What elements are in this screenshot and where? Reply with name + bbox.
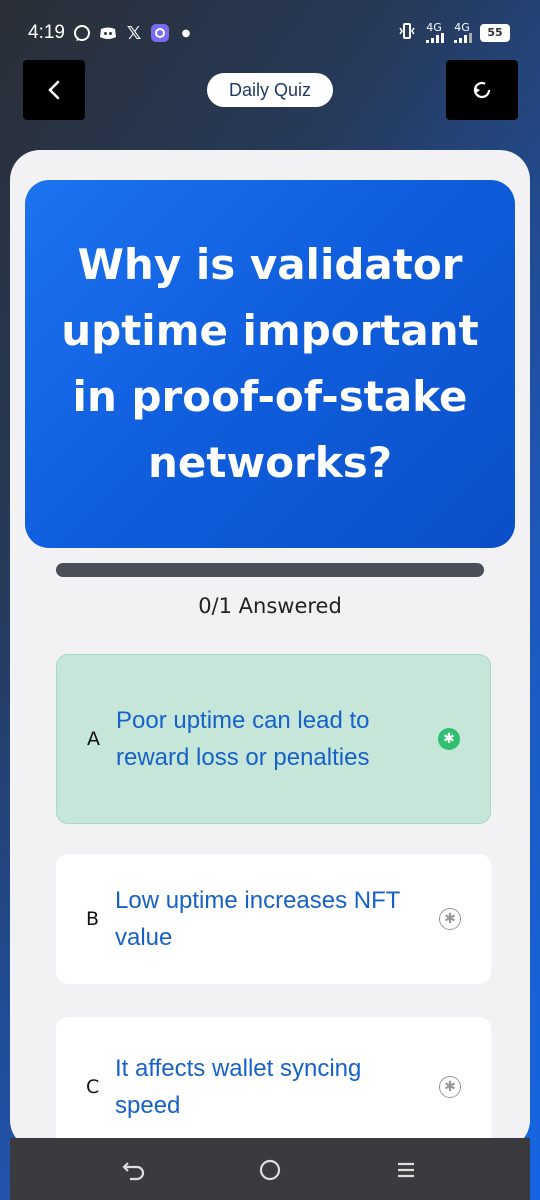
- progress-bar: [56, 563, 484, 577]
- x-icon: 𝕏: [126, 22, 142, 44]
- option-text: It affects wallet syncing speed: [115, 1055, 362, 1119]
- answered-counter: 0/1 Answered: [198, 594, 342, 618]
- selected-radio-icon[interactable]: ✱: [438, 728, 460, 750]
- radio-icon[interactable]: ✱: [439, 1076, 461, 1098]
- dot-icon: ●: [181, 27, 191, 39]
- home-circle-icon: [259, 1159, 281, 1181]
- quiz-card: Why is validator uptime important in pro…: [10, 150, 530, 1157]
- option-b[interactable]: B Low uptime increases NFT value ✱: [56, 854, 491, 984]
- battery-icon: 55: [480, 23, 510, 42]
- status-bar: 4:19 𝕏 ● 4G 4G 55: [0, 0, 540, 64]
- vibrate-icon: [398, 22, 416, 43]
- nav-home-button[interactable]: [252, 1152, 288, 1188]
- option-c[interactable]: C It affects wallet syncing speed ✱: [56, 1017, 491, 1157]
- app-icon: [150, 23, 170, 43]
- back-button[interactable]: [23, 60, 85, 120]
- option-text: Low uptime increases NFT value: [115, 887, 400, 951]
- network1-label: 4G: [426, 20, 442, 34]
- radio-icon[interactable]: ✱: [439, 908, 461, 930]
- recents-icon: [398, 1162, 414, 1178]
- question-box: Why is validator uptime important in pro…: [25, 180, 515, 548]
- status-time: 4:19: [28, 22, 65, 43]
- option-letter: A: [87, 728, 100, 750]
- nav-recents-button[interactable]: [388, 1152, 424, 1188]
- signal-1-icon: 4G: [424, 20, 444, 43]
- discord-icon: [98, 23, 118, 43]
- chevron-left-icon: [48, 80, 60, 100]
- refresh-button[interactable]: [446, 60, 518, 120]
- option-text: Poor uptime can lead to reward loss or p…: [116, 707, 370, 771]
- option-letter: B: [86, 908, 100, 930]
- signal-2-icon: 4G: [452, 20, 472, 43]
- whatsapp-icon: [72, 23, 92, 43]
- network2-label: 4G: [454, 20, 470, 34]
- page-title: Daily Quiz: [207, 73, 333, 107]
- system-nav-bar: [10, 1138, 530, 1200]
- option-a[interactable]: A Poor uptime can lead to reward loss or…: [56, 654, 491, 824]
- question-text: Why is validator uptime important in pro…: [61, 240, 479, 487]
- nav-back-button[interactable]: [116, 1152, 152, 1188]
- refresh-icon: [473, 81, 491, 99]
- option-letter: C: [86, 1076, 100, 1098]
- back-arrow-icon: [122, 1162, 145, 1181]
